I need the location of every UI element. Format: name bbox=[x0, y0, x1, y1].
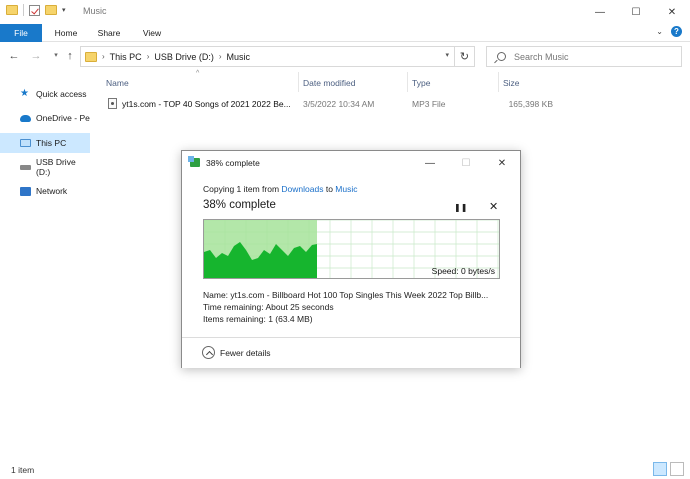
properties-icon[interactable] bbox=[29, 4, 40, 16]
pause-icon[interactable]: ❚❚ bbox=[454, 203, 467, 212]
close-button[interactable]: ✕ bbox=[654, 0, 690, 24]
computer-icon bbox=[20, 139, 31, 147]
tab-file[interactable]: File bbox=[0, 24, 42, 42]
copying-mid: to bbox=[323, 184, 336, 194]
item-count: 1 item bbox=[11, 465, 35, 475]
ribbon-tabs: File Home Share View ⌄ ? bbox=[0, 24, 690, 42]
tab-share[interactable]: Share bbox=[94, 24, 124, 42]
column-header-type[interactable]: Type bbox=[412, 72, 430, 92]
transfer-speed-graph: Speed: 0 bytes/s bbox=[203, 219, 500, 279]
copying-prefix: Copying 1 item from bbox=[203, 184, 282, 194]
view-switcher bbox=[653, 462, 684, 476]
back-arrow-icon[interactable]: ← bbox=[6, 48, 22, 64]
destination-folder-link[interactable]: Music bbox=[335, 184, 357, 194]
transfer-speed: Speed: 0 bytes/s bbox=[431, 266, 495, 276]
dialog-footer: Fewer details bbox=[182, 337, 520, 368]
dialog-minimize-button[interactable]: — bbox=[412, 151, 448, 175]
dialog-close-button[interactable]: ✕ bbox=[484, 151, 520, 175]
large-icons-view-button[interactable] bbox=[670, 462, 684, 476]
time-remaining: Time remaining: About 25 seconds bbox=[203, 302, 334, 312]
column-divider[interactable] bbox=[407, 72, 408, 92]
dialog-maximize-button: ☐ bbox=[461, 157, 471, 169]
forward-arrow-icon[interactable]: → bbox=[28, 48, 44, 64]
maximize-button[interactable]: ☐ bbox=[618, 0, 654, 24]
sidebar-item-network[interactable]: Network bbox=[0, 181, 90, 201]
column-header-date[interactable]: Date modified bbox=[303, 72, 355, 92]
sidebar-item-usb-drive[interactable]: USB Drive (D:) bbox=[0, 157, 90, 177]
fewer-details-label: Fewer details bbox=[220, 347, 271, 358]
copying-summary: Copying 1 item from Downloads to Music bbox=[203, 184, 358, 194]
tab-home[interactable]: Home bbox=[50, 24, 82, 42]
search-icon bbox=[497, 52, 506, 61]
sort-caret-icon: ^ bbox=[196, 70, 200, 77]
cloud-icon bbox=[20, 114, 31, 122]
breadcrumb-separator-icon[interactable]: › bbox=[147, 52, 150, 61]
sidebar-item-label: Network bbox=[36, 186, 68, 196]
file-copy-icon bbox=[188, 156, 200, 167]
column-header-name[interactable]: Name bbox=[106, 72, 129, 92]
drive-icon bbox=[20, 164, 31, 170]
details-view-button[interactable] bbox=[653, 462, 667, 476]
items-remaining: Items remaining: 1 (63.4 MB) bbox=[203, 314, 313, 324]
sidebar-item-onedrive[interactable]: OneDrive - Pe bbox=[0, 108, 90, 128]
source-folder-link[interactable]: Downloads bbox=[281, 184, 323, 194]
sidebar-item-quick-access[interactable]: ★ Quick access bbox=[0, 84, 90, 104]
breadcrumb-separator-icon[interactable]: › bbox=[102, 52, 105, 61]
file-type: MP3 File bbox=[412, 99, 446, 109]
address-dropdown-chevron-icon[interactable]: ▾ bbox=[445, 51, 449, 59]
search-placeholder: Search Music bbox=[514, 51, 569, 62]
star-icon: ★ bbox=[20, 88, 29, 99]
network-icon bbox=[20, 186, 31, 196]
minimize-button[interactable]: — bbox=[582, 0, 618, 24]
ribbon-expand-chevron-icon[interactable]: ⌄ bbox=[656, 27, 663, 36]
address-bar[interactable]: › This PC › USB Drive (D:) › Music ▾ bbox=[80, 46, 455, 67]
dialog-title: 38% complete bbox=[206, 158, 260, 168]
customize-toolbar-chevron-icon[interactable]: ▾ bbox=[62, 6, 66, 14]
file-name: yt1s.com - TOP 40 Songs of 2021 2022 Be.… bbox=[122, 99, 291, 109]
breadcrumb-this-pc[interactable]: This PC bbox=[110, 52, 142, 62]
breadcrumb-music[interactable]: Music bbox=[227, 52, 251, 62]
sidebar-item-label: Quick access bbox=[36, 89, 87, 99]
refresh-icon[interactable]: ↻ bbox=[455, 46, 475, 67]
sidebar-item-label: OneDrive - Pe bbox=[36, 113, 90, 123]
file-size: 165,398 KB bbox=[508, 99, 553, 109]
column-header-size[interactable]: Size bbox=[503, 72, 520, 92]
file-row[interactable]: yt1s.com - TOP 40 Songs of 2021 2022 Be.… bbox=[100, 96, 560, 112]
column-divider[interactable] bbox=[498, 72, 499, 92]
folder-icon bbox=[85, 51, 97, 62]
new-folder-icon[interactable] bbox=[45, 5, 57, 15]
breadcrumb-usb-drive[interactable]: USB Drive (D:) bbox=[154, 52, 214, 62]
dialog-titlebar: 38% complete — ☐ ✕ bbox=[182, 151, 520, 175]
help-icon[interactable]: ? bbox=[671, 26, 682, 37]
progress-percent: 38% complete bbox=[203, 199, 276, 211]
column-headers: ^ Name Date modified Type Size bbox=[100, 70, 690, 92]
window-titlebar: ▾ Music — ☐ ✕ bbox=[0, 0, 690, 24]
quick-access-toolbar: ▾ bbox=[6, 4, 66, 16]
file-date: 3/5/2022 10:34 AM bbox=[303, 99, 375, 109]
tab-view[interactable]: View bbox=[138, 24, 166, 42]
chevron-up-circle-icon bbox=[202, 346, 215, 359]
cancel-icon[interactable]: ✕ bbox=[489, 200, 498, 213]
navigation-pane: ★ Quick access OneDrive - Pe This PC USB… bbox=[0, 70, 92, 460]
column-divider[interactable] bbox=[298, 72, 299, 92]
breadcrumb-separator-icon[interactable]: › bbox=[219, 52, 222, 61]
sidebar-item-label: USB Drive (D:) bbox=[36, 157, 76, 177]
ribbon-right-controls: ⌄ ? bbox=[656, 26, 682, 37]
up-arrow-icon[interactable]: ↑ bbox=[62, 48, 78, 64]
dialog-window-controls: — ☐ ✕ bbox=[412, 151, 520, 175]
status-bar: 1 item bbox=[0, 460, 690, 479]
fewer-details-button[interactable]: Fewer details bbox=[202, 346, 271, 359]
navigation-bar: ← → ▾ ↑ › This PC › USB Drive (D:) › Mus… bbox=[0, 42, 690, 70]
audio-file-icon bbox=[108, 98, 117, 109]
window-controls: — ☐ ✕ bbox=[582, 0, 690, 24]
sidebar-item-label: This PC bbox=[36, 138, 67, 148]
search-input[interactable]: Search Music bbox=[486, 46, 682, 67]
sidebar-item-this-pc[interactable]: This PC bbox=[0, 133, 90, 153]
folder-icon bbox=[6, 5, 18, 15]
toolbar-divider bbox=[23, 4, 24, 16]
window-title: Music bbox=[83, 6, 107, 16]
copy-progress-dialog: 38% complete — ☐ ✕ Copying 1 item from D… bbox=[181, 150, 521, 368]
current-file-name: Name: yt1s.com - Billboard Hot 100 Top S… bbox=[203, 290, 489, 300]
